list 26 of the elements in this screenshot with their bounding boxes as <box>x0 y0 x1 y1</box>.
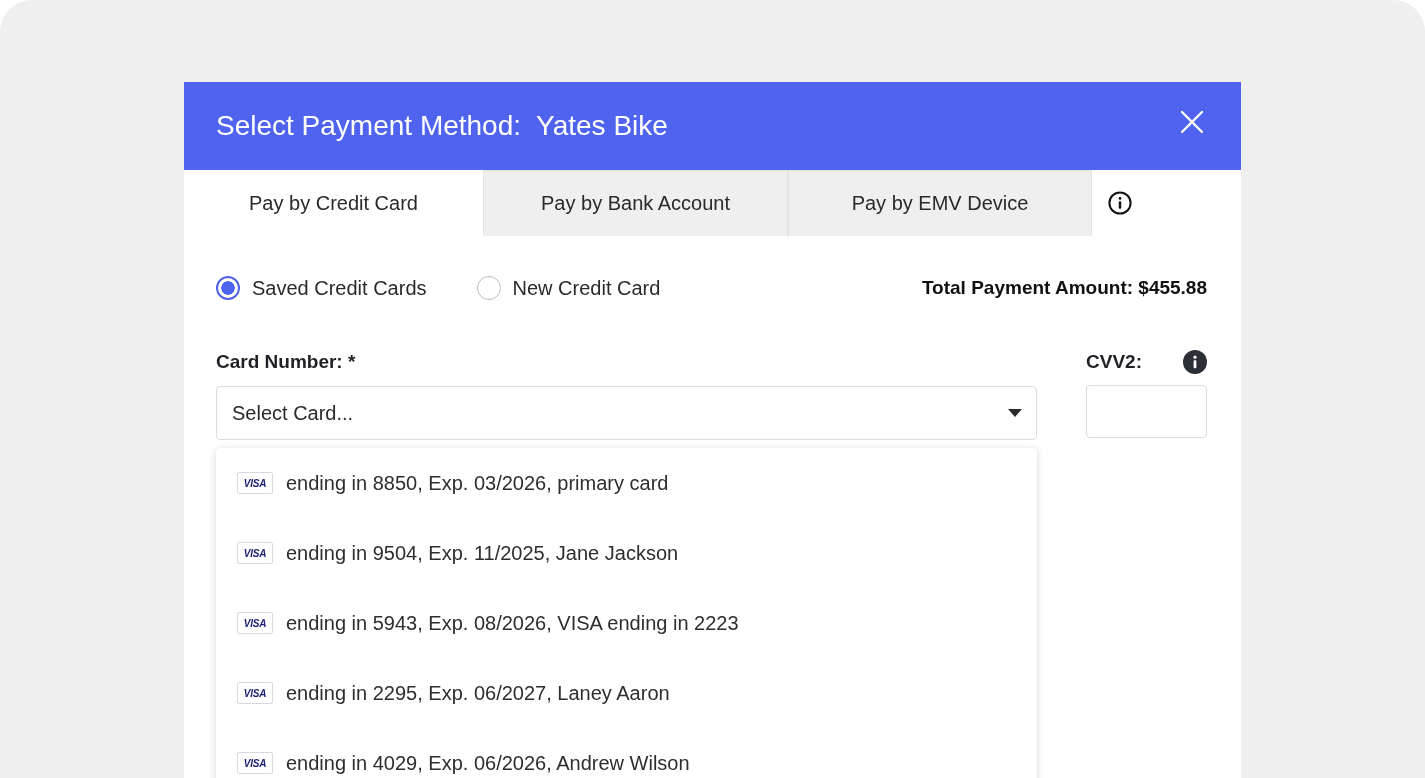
caret-icon <box>1008 409 1022 417</box>
close-icon[interactable] <box>1181 111 1203 133</box>
info-icon[interactable] <box>1108 191 1132 215</box>
card-brand-logo: VISA <box>237 752 273 774</box>
info-icon[interactable] <box>1183 350 1207 374</box>
radio-button[interactable] <box>476 276 501 300</box>
card-option[interactable]: VISA ending in 5943, Exp. 08/2026, VISA ending in 2223 <box>216 588 1037 658</box>
card-brand-logo: VISA <box>237 542 273 564</box>
card-brand-logo: VISA <box>237 682 273 704</box>
total-payment-amount: Total Payment Amount: $455.88 <box>921 277 1207 299</box>
payment-tab[interactable]: Pay by EMV Device <box>788 170 1092 236</box>
card-option[interactable]: VISA ending in 2295, Exp. 06/2027, Laney Aaron <box>216 658 1037 728</box>
card-select[interactable]: Select Card... <box>216 386 1037 440</box>
card-brand-logo: VISA <box>237 612 273 634</box>
card-brand-logo: VISA <box>237 472 273 494</box>
cvv-input[interactable] <box>1086 385 1207 438</box>
radio-label[interactable]: New Credit Card <box>512 276 661 300</box>
card-option[interactable]: VISA ending in 4029, Exp. 06/2026, Andrew Wilson <box>216 728 1037 778</box>
card-option[interactable]: VISA ending in 9504, Exp. 11/2025, Jane Jackson <box>216 518 1037 588</box>
card-number-label: Card Number: * <box>216 351 356 373</box>
card-option[interactable]: VISA ending in 8850, Exp. 03/2026, primary card <box>216 448 1037 518</box>
payment-tab[interactable]: Pay by Bank Account <box>483 170 788 236</box>
cvv-label: CVV2: <box>1086 351 1142 373</box>
dialog-title: Select Payment Method: Yates Bike <box>216 110 668 142</box>
radio-button[interactable] <box>216 276 240 300</box>
radio-label[interactable]: Saved Credit Cards <box>252 276 427 300</box>
